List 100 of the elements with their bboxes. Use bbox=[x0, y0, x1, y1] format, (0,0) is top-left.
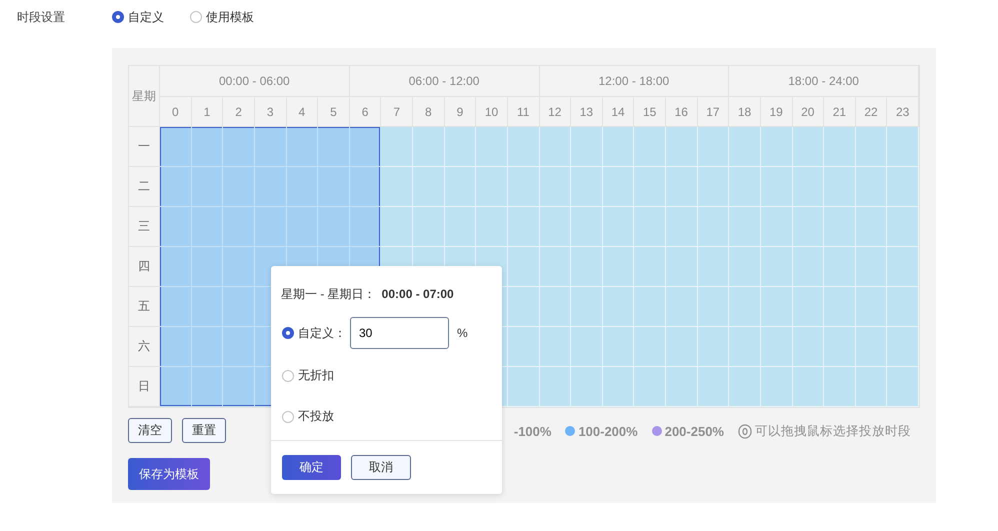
time-cell[interactable] bbox=[887, 247, 919, 287]
radio-icon[interactable] bbox=[282, 327, 294, 339]
time-cell[interactable] bbox=[286, 207, 318, 247]
confirm-button[interactable]: 确定 bbox=[282, 455, 341, 480]
time-cell[interactable] bbox=[571, 287, 603, 327]
time-cell[interactable] bbox=[792, 327, 824, 367]
time-cell[interactable] bbox=[760, 167, 792, 207]
time-cell[interactable] bbox=[571, 127, 603, 167]
time-cell[interactable] bbox=[729, 327, 761, 367]
time-cell[interactable] bbox=[856, 127, 888, 167]
time-cell[interactable] bbox=[192, 127, 224, 167]
time-cell[interactable] bbox=[666, 367, 698, 407]
time-cell[interactable] bbox=[223, 367, 255, 407]
time-cell[interactable] bbox=[192, 167, 224, 207]
time-cell[interactable] bbox=[602, 327, 634, 367]
time-cell[interactable] bbox=[666, 167, 698, 207]
time-cell[interactable] bbox=[223, 207, 255, 247]
time-cell[interactable] bbox=[824, 327, 856, 367]
time-cell[interactable] bbox=[192, 287, 224, 327]
time-cell[interactable] bbox=[160, 247, 192, 287]
time-cell[interactable] bbox=[887, 127, 919, 167]
time-cell[interactable] bbox=[666, 287, 698, 327]
time-cell[interactable] bbox=[729, 287, 761, 327]
time-cell[interactable] bbox=[634, 287, 666, 327]
time-cell[interactable] bbox=[602, 287, 634, 327]
time-cell[interactable] bbox=[350, 207, 382, 247]
time-cell[interactable] bbox=[540, 167, 572, 207]
time-cell[interactable] bbox=[160, 167, 192, 207]
time-cell[interactable] bbox=[476, 207, 508, 247]
radio-icon[interactable] bbox=[282, 370, 294, 382]
time-cell[interactable] bbox=[160, 287, 192, 327]
time-cell[interactable] bbox=[856, 167, 888, 207]
time-cell[interactable] bbox=[698, 247, 730, 287]
time-cell[interactable] bbox=[540, 287, 572, 327]
time-cell[interactable] bbox=[540, 127, 572, 167]
time-cell[interactable] bbox=[508, 207, 540, 247]
time-cell[interactable] bbox=[792, 247, 824, 287]
time-cell[interactable] bbox=[223, 327, 255, 367]
time-cell[interactable] bbox=[571, 207, 603, 247]
time-cell[interactable] bbox=[508, 167, 540, 207]
time-cell[interactable] bbox=[698, 167, 730, 207]
time-cell[interactable] bbox=[160, 207, 192, 247]
time-cell[interactable] bbox=[476, 127, 508, 167]
time-cell[interactable] bbox=[160, 327, 192, 367]
time-cell[interactable] bbox=[602, 367, 634, 407]
time-cell[interactable] bbox=[887, 167, 919, 207]
time-cell[interactable] bbox=[887, 207, 919, 247]
time-cell[interactable] bbox=[413, 207, 445, 247]
time-cell[interactable] bbox=[792, 167, 824, 207]
time-cell[interactable] bbox=[286, 127, 318, 167]
time-cell[interactable] bbox=[254, 207, 286, 247]
time-cell[interactable] bbox=[602, 247, 634, 287]
time-cell[interactable] bbox=[856, 247, 888, 287]
time-cell[interactable] bbox=[824, 207, 856, 247]
time-cell[interactable] bbox=[887, 287, 919, 327]
time-cell[interactable] bbox=[792, 287, 824, 327]
action-button[interactable]: 重置 bbox=[182, 418, 226, 443]
time-cell[interactable] bbox=[381, 207, 413, 247]
time-cell[interactable] bbox=[792, 127, 824, 167]
time-cell[interactable] bbox=[634, 167, 666, 207]
time-cell[interactable] bbox=[856, 327, 888, 367]
time-cell[interactable] bbox=[824, 167, 856, 207]
time-cell[interactable] bbox=[602, 207, 634, 247]
time-cell[interactable] bbox=[318, 127, 350, 167]
time-cell[interactable] bbox=[856, 287, 888, 327]
time-cell[interactable] bbox=[571, 367, 603, 407]
time-cell[interactable] bbox=[160, 127, 192, 167]
time-cell[interactable] bbox=[571, 167, 603, 207]
time-cell[interactable] bbox=[192, 247, 224, 287]
time-cell[interactable] bbox=[223, 247, 255, 287]
time-cell[interactable] bbox=[223, 287, 255, 327]
radio-icon[interactable] bbox=[282, 410, 294, 422]
time-cell[interactable] bbox=[571, 327, 603, 367]
time-cell[interactable] bbox=[508, 247, 540, 287]
time-cell[interactable] bbox=[413, 127, 445, 167]
time-cell[interactable] bbox=[760, 207, 792, 247]
time-cell[interactable] bbox=[666, 247, 698, 287]
time-cell[interactable] bbox=[476, 167, 508, 207]
time-cell[interactable] bbox=[444, 127, 476, 167]
time-cell[interactable] bbox=[887, 367, 919, 407]
time-cell[interactable] bbox=[286, 167, 318, 207]
time-cell[interactable] bbox=[760, 247, 792, 287]
time-cell[interactable] bbox=[540, 207, 572, 247]
time-cell[interactable] bbox=[318, 207, 350, 247]
time-cell[interactable] bbox=[634, 247, 666, 287]
time-cell[interactable] bbox=[887, 327, 919, 367]
time-cell[interactable] bbox=[350, 127, 382, 167]
action-button[interactable]: 清空 bbox=[128, 418, 172, 443]
time-cell[interactable] bbox=[729, 247, 761, 287]
time-cell[interactable] bbox=[760, 127, 792, 167]
time-cell[interactable] bbox=[634, 207, 666, 247]
save-template-button[interactable]: 保存为模板 bbox=[128, 458, 210, 490]
time-cell[interactable] bbox=[634, 127, 666, 167]
time-cell[interactable] bbox=[192, 327, 224, 367]
time-cell[interactable] bbox=[760, 327, 792, 367]
time-cell[interactable] bbox=[729, 167, 761, 207]
time-cell[interactable] bbox=[856, 367, 888, 407]
time-cell[interactable] bbox=[508, 367, 540, 407]
time-cell[interactable] bbox=[792, 207, 824, 247]
time-cell[interactable] bbox=[602, 127, 634, 167]
